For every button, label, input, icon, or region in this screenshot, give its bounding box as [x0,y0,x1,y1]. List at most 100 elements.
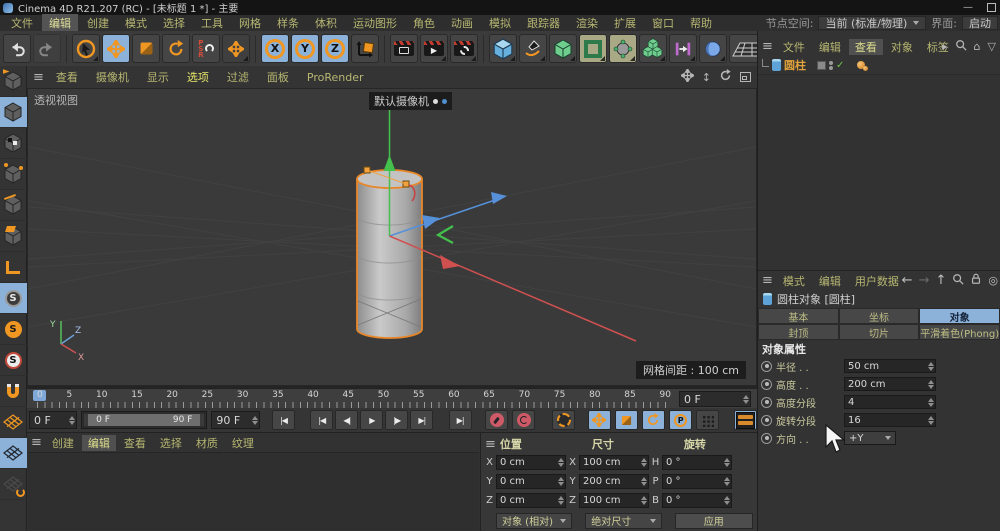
menu-item[interactable]: 模式 [118,14,154,32]
points-mode-button[interactable] [0,159,27,190]
minimize-button[interactable]: — [963,2,973,13]
camera-toggle-icon[interactable] [433,99,438,104]
workplane-button[interactable] [0,407,27,438]
object-name[interactable]: 圆柱 [784,57,806,73]
enabled-check-icon[interactable]: ✓ [836,60,844,71]
menu-item[interactable]: 样条 [270,14,306,32]
material-menu-item[interactable]: 创建 [46,435,80,451]
bend-deformer-button[interactable] [699,34,727,63]
edges-mode-button[interactable] [0,190,27,221]
viewport-menu-item[interactable]: 过滤 [219,68,257,86]
layer-toggle-icon[interactable] [817,61,826,70]
material-menu-item[interactable]: 选择 [154,435,188,451]
coordinate-mode-dropdown[interactable]: 对象 (相对) [496,513,572,529]
preview-range-slider[interactable]: 0 F90 F [81,411,207,429]
parent-up-icon[interactable]: ↑ [935,273,946,288]
menu-item[interactable]: 渲染 [569,14,605,32]
interface-dropdown[interactable]: 启动 [962,16,998,30]
material-menu-item[interactable]: 纹理 [226,435,260,451]
viewport-menu-item[interactable]: 查看 [48,68,86,86]
range-start-handle[interactable] [84,414,88,426]
am-menu-item[interactable]: 编辑 [813,273,847,289]
coord-field[interactable]: 200 cm [579,474,649,489]
toggle-view-layout-icon[interactable] [740,72,751,82]
hamburger-icon[interactable]: ≡ [762,273,773,288]
zoom-view-icon[interactable]: ↕ [702,71,711,84]
menu-item[interactable]: 网格 [232,14,268,32]
node-space-dropdown[interactable]: 当前 (标准/物理) [818,16,926,30]
goto-start-button[interactable]: |◀ [272,410,295,430]
menu-item[interactable]: 帮助 [683,14,719,32]
enable-snap-button[interactable]: S [0,283,27,314]
locked-workplane-button[interactable] [0,438,27,469]
menu-item-active[interactable]: 编辑 [42,14,78,32]
keyframe-record-button[interactable] [485,410,508,430]
scale-tool-button[interactable] [132,34,160,63]
render-settings-button[interactable] [450,34,478,63]
history-back-icon[interactable]: ← [902,273,913,288]
phong-tag-icon[interactable] [857,61,865,69]
view-label[interactable]: 透视视图 [34,92,78,108]
filter-icon[interactable]: ▽ [988,40,996,53]
tab-object[interactable]: 对象 [919,308,1000,324]
tab-phong[interactable]: 平滑着色(Phong) [919,324,1000,340]
home-icon[interactable]: ⌂ [974,40,981,53]
volume-builder-button[interactable] [639,34,667,63]
material-list-area[interactable] [28,452,479,530]
visibility-dots-icon[interactable] [829,61,833,70]
render-to-picture-viewer-button[interactable]: ▶ [420,34,448,63]
lock-icon[interactable] [970,273,982,289]
menu-item[interactable]: 体积 [308,14,344,32]
om-menu-item-active[interactable]: 查看 [849,39,883,55]
rotate-tool-button[interactable] [162,34,190,63]
snap-settings-button[interactable]: S [0,345,27,376]
goto-end-button[interactable]: ▶| [449,410,472,430]
coord-field[interactable]: 100 cm [579,493,649,508]
coord-field[interactable]: 0 cm [496,455,566,470]
magnet-snap-icon[interactable] [0,376,27,407]
om-menu-item[interactable]: 编辑 [813,39,847,55]
record-pla-toggle[interactable] [696,410,719,430]
symmetry-button[interactable] [669,34,697,63]
keyframe-circle-icon[interactable] [761,361,772,372]
record-scale-toggle[interactable] [615,410,638,430]
coord-field[interactable]: 0 cm [496,474,566,489]
spline-pen-button[interactable] [519,34,547,63]
keyframe-circle-icon[interactable] [761,397,772,408]
current-frame-spinner[interactable]: 0 F [29,411,77,429]
viewport-menu-item[interactable]: ProRender [299,70,372,85]
more-menus-icon[interactable]: ▸ [942,40,948,53]
record-parameter-toggle[interactable]: P [669,410,692,430]
height-field[interactable]: 200 cm [844,377,936,391]
transport-button[interactable]: ▶ [360,410,383,430]
render-view-button[interactable] [390,34,418,63]
viewport-menu-item[interactable]: 摄像机 [88,68,137,86]
am-menu-item[interactable]: 用户数据 [849,273,905,289]
transport-button[interactable]: ◀| [335,410,358,430]
am-menu-item[interactable]: 模式 [777,273,811,289]
y-axis-lock-button[interactable]: Y [291,34,319,63]
height-segments-field[interactable]: 4 [844,395,936,409]
undo-button[interactable] [3,34,31,63]
menu-item[interactable]: 工具 [194,14,230,32]
radius-field[interactable]: 50 cm [844,359,936,373]
camera-label-chip[interactable]: 默认摄像机 [369,92,452,110]
coord-field[interactable]: 100 cm [579,455,649,470]
rotate-view-icon[interactable] [719,69,732,85]
hamburger-icon[interactable]: ≡ [33,70,44,85]
keyframe-circle-icon[interactable] [761,433,772,444]
record-rotation-toggle[interactable] [642,410,665,430]
hamburger-icon[interactable]: ≡ [762,39,773,54]
axis-mode-button[interactable] [0,252,27,283]
search-icon[interactable] [955,39,967,54]
menu-item[interactable]: 模拟 [482,14,518,32]
x-axis-lock-button[interactable]: X [261,34,289,63]
menu-item[interactable]: 运动图形 [346,14,404,32]
menu-item[interactable]: 跟踪器 [520,14,567,32]
coord-field[interactable]: 0 ° [662,455,732,470]
tab-slice[interactable]: 切片 [839,324,920,340]
keyframe-circle-icon[interactable] [761,379,772,390]
snap-modes-button[interactable]: S [0,314,27,345]
live-selection-button[interactable] [72,34,100,63]
om-menu-item[interactable]: 对象 [885,39,919,55]
